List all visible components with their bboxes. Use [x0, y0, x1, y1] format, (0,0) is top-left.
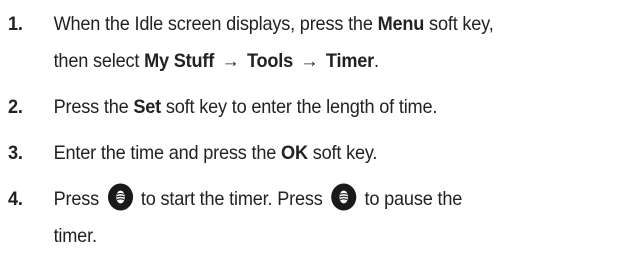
step-number: 4. [8, 188, 23, 210]
arrow-icon: → [221, 50, 240, 72]
step-2-line: Press the Set soft key to enter the leng… [54, 89, 594, 126]
set-key-label: Set [133, 96, 162, 118]
step-text: . [374, 50, 379, 72]
instruction-steps: 1. When the Idle screen displays, press … [8, 6, 638, 255]
step-text: to pause the [364, 188, 463, 210]
step-4: 4. Press to start the timer. Press to paus… [8, 181, 594, 255]
step-number: 2. [8, 96, 23, 118]
step-number: 3. [8, 142, 23, 164]
step-2: 2. Press the Set soft key to enter the l… [8, 89, 594, 126]
center-select-key-icon [107, 183, 133, 211]
path-tools: Tools [246, 50, 294, 72]
step-4-line-1: Press to start the timer. Press to pause t… [54, 181, 594, 218]
step-text: soft key to enter the length of time. [161, 96, 438, 118]
step-text: then select [53, 50, 145, 72]
step-text: soft key. [307, 142, 378, 164]
step-text: timer. [53, 225, 97, 247]
step-text: to start the timer. Press [140, 188, 323, 210]
step-text: soft key, [424, 13, 494, 35]
step-text: Enter the time and press the [53, 142, 282, 164]
step-text: Press [53, 188, 100, 210]
step-3: 3. Enter the time and press the OK soft … [8, 135, 594, 172]
ok-key-label: OK [281, 142, 308, 164]
step-1-line-2: then select My Stuff → Tools → Timer. [54, 43, 594, 80]
step-1: 1. When the Idle screen displays, press … [8, 6, 594, 80]
center-select-key-icon [331, 183, 357, 211]
arrow-icon: → [300, 50, 319, 72]
step-text: When the Idle screen displays, press the [53, 13, 378, 35]
step-4-line-2: timer. [54, 218, 594, 255]
step-text: Press the [53, 96, 134, 118]
path-timer: Timer [325, 50, 375, 72]
step-3-line: Enter the time and press the OK soft key… [54, 135, 594, 172]
step-number: 1. [8, 13, 23, 35]
path-my-stuff: My Stuff [144, 50, 215, 72]
menu-key-label: Menu [377, 13, 425, 35]
step-1-line-1: When the Idle screen displays, press the… [54, 6, 594, 43]
